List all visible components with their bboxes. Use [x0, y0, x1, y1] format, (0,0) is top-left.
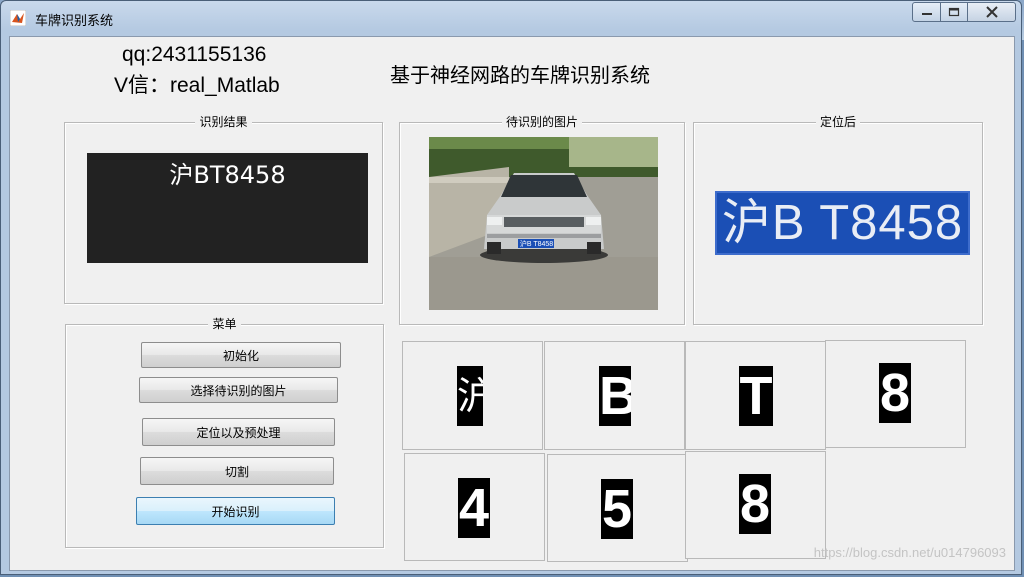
- close-icon: [985, 6, 998, 18]
- segment-button[interactable]: 切割: [140, 457, 334, 485]
- segment-char: 4: [458, 478, 490, 538]
- app-window: 车牌识别系统 qq:2431155136 V信：real_Matlab 基于神经…: [0, 0, 1022, 575]
- segment-char: 8: [739, 474, 771, 534]
- segment-cell: 4: [404, 453, 545, 561]
- segment-char: 沪: [457, 366, 483, 426]
- located-panel-label: 定位后: [815, 115, 860, 129]
- segment-char: 8: [879, 363, 911, 423]
- minimize-button[interactable]: [912, 2, 941, 22]
- watermark-text: https://blog.csdn.net/u014796093: [813, 545, 1006, 560]
- segment-cell: 8: [685, 451, 826, 559]
- maximize-button[interactable]: [941, 2, 968, 22]
- select-image-button[interactable]: 选择待识别的图片: [139, 377, 338, 403]
- image-panel-label: 待识别的图片: [501, 115, 582, 129]
- maximize-icon: [948, 7, 960, 17]
- figure-client-area: qq:2431155136 V信：real_Matlab 基于神经网路的车牌识别…: [9, 36, 1015, 571]
- result-display: 沪BT8458: [87, 153, 368, 263]
- segment-char: B: [599, 366, 631, 426]
- segment-cell: T: [685, 341, 826, 450]
- matlab-icon: [10, 10, 26, 26]
- car-photo-plate-text: 沪B T8458: [519, 241, 554, 248]
- result-panel-label: 识别结果: [195, 115, 252, 129]
- close-button[interactable]: [968, 2, 1016, 22]
- minimize-icon: [921, 13, 932, 15]
- qq-contact-text: qq:2431155136: [122, 43, 267, 66]
- segment-char: T: [739, 366, 773, 426]
- window-controls: [912, 2, 1016, 23]
- segment-cell: 8: [825, 340, 966, 448]
- located-plate-image: 沪B T8458: [715, 191, 970, 255]
- start-recognition-button[interactable]: 开始识别: [136, 497, 335, 525]
- page-title: 基于神经网路的车牌识别系统: [390, 63, 650, 87]
- located-plate-text: 沪B T8458: [721, 196, 964, 250]
- wechat-contact-text: V信：real_Matlab: [114, 74, 280, 97]
- title-bar[interactable]: 车牌识别系统: [1, 1, 1021, 35]
- segment-cell: 沪: [402, 341, 543, 450]
- init-button[interactable]: 初始化: [141, 342, 341, 368]
- result-text: 沪BT8458: [169, 161, 286, 189]
- segment-cell: B: [544, 341, 685, 450]
- menu-panel-label: 菜单: [208, 317, 241, 331]
- segment-char: 5: [601, 479, 633, 539]
- locate-preprocess-button[interactable]: 定位以及预处理: [142, 418, 335, 446]
- car-photo: [429, 137, 658, 310]
- segment-cell: 5: [547, 454, 688, 562]
- window-title: 车牌识别系统: [35, 14, 114, 29]
